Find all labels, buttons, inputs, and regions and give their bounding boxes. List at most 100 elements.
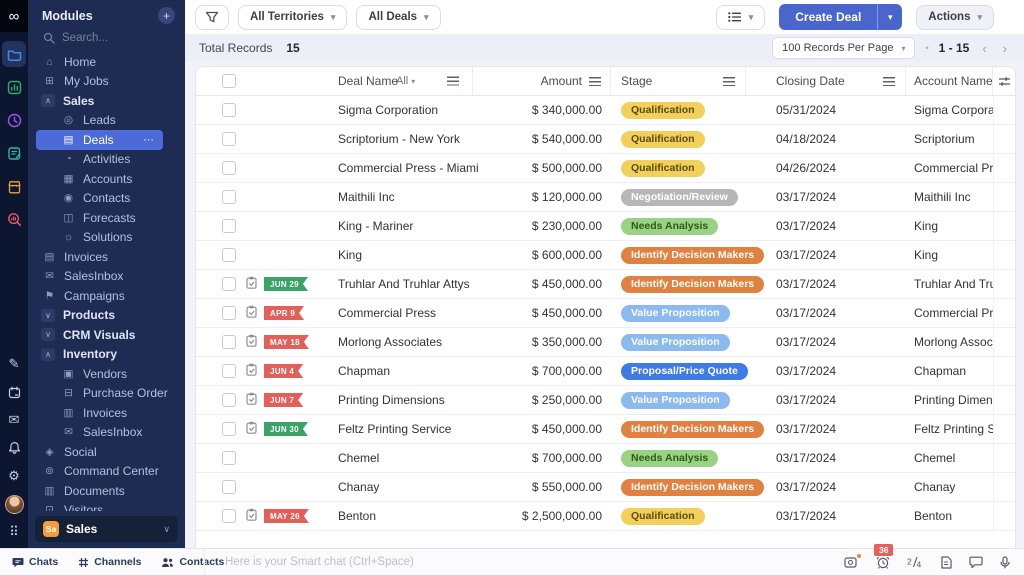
- account-name-link[interactable]: Sigma Corporation: [914, 103, 993, 117]
- deal-name-link[interactable]: Maithili Inc: [338, 190, 395, 204]
- analytics-app-icon[interactable]: [2, 71, 26, 104]
- row-checkbox[interactable]: [222, 480, 236, 494]
- table-row[interactable]: APR 9 Commercial Press $ 450,000.00 Valu…: [196, 299, 1015, 328]
- prev-page-button[interactable]: ‹: [979, 41, 989, 56]
- account-name-link[interactable]: Chemel: [914, 451, 955, 465]
- mail-icon[interactable]: ✉: [1, 406, 27, 434]
- compose-icon[interactable]: ✎: [1, 350, 27, 378]
- deal-name-link[interactable]: Chemel: [338, 451, 379, 465]
- table-row[interactable]: Sigma Corporation $ 340,000.00 Qualifica…: [196, 96, 1015, 125]
- row-checkbox[interactable]: [222, 422, 236, 436]
- column-menu-icon[interactable]: [589, 77, 601, 86]
- account-name-link[interactable]: Chanay: [914, 480, 955, 494]
- row-checkbox[interactable]: [222, 393, 236, 407]
- apps-grid-icon[interactable]: ⠿: [1, 518, 27, 546]
- row-checkbox[interactable]: [222, 335, 236, 349]
- actions-dropdown[interactable]: Actions ▾: [916, 5, 994, 30]
- column-header-account-name[interactable]: Account Name: [914, 74, 993, 88]
- account-name-link[interactable]: Printing Dimensions: [914, 393, 993, 407]
- marketplace-app-icon[interactable]: [2, 170, 26, 203]
- sidebar-item-solutions[interactable]: ☼ Solutions: [28, 228, 181, 248]
- deal-name-link[interactable]: King - Mariner: [338, 219, 413, 233]
- row-checkbox[interactable]: [222, 132, 236, 146]
- customize-columns-icon[interactable]: [998, 76, 1011, 87]
- column-header-stage[interactable]: Stage: [621, 74, 652, 88]
- section-chevron-icon[interactable]: ∨: [41, 328, 55, 341]
- create-deal-button[interactable]: Create Deal: [779, 4, 877, 30]
- account-name-link[interactable]: Scriptorium: [914, 132, 975, 146]
- column-header-deal-name[interactable]: Deal Name: [338, 74, 398, 88]
- sidebar-item-my-jobs[interactable]: ⊞ My Jobs: [28, 72, 181, 92]
- user-avatar[interactable]: [1, 490, 27, 518]
- deal-name-link[interactable]: Benton: [338, 509, 376, 523]
- notebook-app-icon[interactable]: [2, 137, 26, 170]
- column-menu-icon[interactable]: [883, 77, 895, 86]
- account-name-link[interactable]: Benton: [914, 509, 952, 523]
- row-checkbox[interactable]: [222, 364, 236, 378]
- filter-button[interactable]: [195, 5, 229, 30]
- deal-name-link[interactable]: Scriptorium - New York: [338, 132, 460, 146]
- sidebar-item-home[interactable]: ⌂ Home: [28, 52, 181, 72]
- table-row[interactable]: Commercial Press - Miami $ 500,000.00 Qu…: [196, 154, 1015, 183]
- next-page-button[interactable]: ›: [1000, 41, 1010, 56]
- column-header-amount[interactable]: Amount: [541, 74, 582, 88]
- deal-name-link[interactable]: Truhlar And Truhlar Attys: [338, 277, 470, 291]
- row-checkbox[interactable]: [222, 277, 236, 291]
- sidebar-item-vendors[interactable]: ▣ Vendors: [28, 364, 181, 384]
- sidebar-item-campaigns[interactable]: ⚑ Campaigns: [28, 286, 181, 306]
- sidebar-item-contacts[interactable]: ◉ Contacts: [28, 189, 181, 209]
- notes-doc-icon[interactable]: [940, 556, 952, 569]
- files-app-icon[interactable]: [2, 41, 26, 67]
- create-deal-caret-button[interactable]: ▾: [877, 4, 902, 30]
- sidebar-item-purchase-order[interactable]: ⊟ Purchase Order: [28, 384, 181, 404]
- deal-filter-dropdown[interactable]: All Deals ▾: [356, 5, 440, 30]
- table-row[interactable]: JUN 29 Truhlar And Truhlar Attys $ 450,0…: [196, 270, 1015, 299]
- sidebar-item-invoices[interactable]: ▥ Invoices: [28, 403, 181, 423]
- sidebar-item-documents[interactable]: ▥ Documents: [28, 481, 181, 501]
- more-options-icon[interactable]: ⋯: [143, 133, 155, 146]
- chats-button[interactable]: Chats: [12, 556, 58, 568]
- settings-gear-icon[interactable]: ⚙: [1, 462, 27, 490]
- workspace-switcher[interactable]: Sa Sales ∨: [35, 516, 178, 542]
- table-row[interactable]: MAY 26 Benton $ 2,500,000.00 Qualificati…: [196, 502, 1015, 531]
- table-row[interactable]: Chemel $ 700,000.00 Needs Analysis 03/17…: [196, 444, 1015, 473]
- table-row[interactable]: Scriptorium - New York $ 540,000.00 Qual…: [196, 125, 1015, 154]
- account-name-link[interactable]: King: [914, 248, 938, 262]
- deal-name-link[interactable]: Morlong Associates: [338, 335, 442, 349]
- deal-name-link[interactable]: Commercial Press - Miami: [338, 161, 479, 175]
- comment-icon[interactable]: [969, 556, 983, 568]
- sidebar-item-accounts[interactable]: ▦ Accounts: [28, 169, 181, 189]
- calendar-icon[interactable]: [1, 378, 27, 406]
- deal-name-link[interactable]: Feltz Printing Service: [338, 422, 451, 436]
- section-chevron-icon[interactable]: ∨: [41, 309, 55, 322]
- account-name-link[interactable]: Maithili Inc: [914, 190, 971, 204]
- deal-name-link[interactable]: Sigma Corporation: [338, 103, 438, 117]
- territory-filter-dropdown[interactable]: All Territories ▾: [238, 5, 347, 30]
- row-checkbox[interactable]: [222, 161, 236, 175]
- sidebar-item-sales[interactable]: ∧ Sales: [28, 91, 181, 111]
- screen-capture-icon[interactable]: [844, 556, 859, 568]
- sidebar-item-visitors[interactable]: ⊡ Visitors: [28, 501, 181, 512]
- sidebar-item-forecasts[interactable]: ◫ Forecasts: [28, 208, 181, 228]
- deal-name-link[interactable]: King: [338, 248, 362, 262]
- account-name-link[interactable]: Commercial Press: [914, 161, 993, 175]
- sidebar-item-social[interactable]: ◈ Social: [28, 442, 181, 462]
- time-app-icon[interactable]: [2, 104, 26, 137]
- sidebar-item-command-center[interactable]: ⊚ Command Center: [28, 462, 181, 482]
- sidebar-search-input[interactable]: Search...: [28, 28, 185, 50]
- reminder-icon[interactable]: [876, 556, 890, 569]
- table-row[interactable]: Maithili Inc $ 120,000.00 Negotiation/Re…: [196, 183, 1015, 212]
- sidebar-item-products[interactable]: ∨ Products: [28, 306, 181, 326]
- sidebar-item-deals[interactable]: ▤ Deals ⋯: [36, 130, 163, 150]
- first-page-icon[interactable]: •: [925, 43, 928, 53]
- table-row[interactable]: King $ 600,000.00 Identify Decision Make…: [196, 241, 1015, 270]
- row-checkbox[interactable]: [222, 103, 236, 117]
- table-row[interactable]: MAY 18 Morlong Associates $ 350,000.00 V…: [196, 328, 1015, 357]
- deal-name-link[interactable]: Printing Dimensions: [338, 393, 445, 407]
- account-name-link[interactable]: Morlong Associates: [914, 335, 993, 349]
- account-name-link[interactable]: Commercial Press: [914, 306, 993, 320]
- microphone-icon[interactable]: [1000, 556, 1010, 569]
- deal-name-scope-dropdown[interactable]: All▾: [396, 75, 415, 87]
- section-chevron-icon[interactable]: ∧: [41, 348, 55, 361]
- account-name-link[interactable]: Chapman: [914, 364, 966, 378]
